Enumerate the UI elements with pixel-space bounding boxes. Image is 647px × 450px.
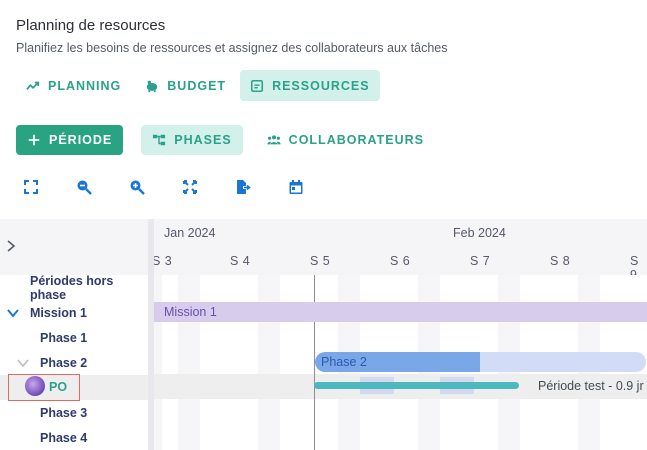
calendar-button[interactable]: [287, 178, 305, 196]
tab-budget[interactable]: BUDGET: [135, 70, 236, 101]
view-tabs: PLANNING BUDGET RESSOURCES: [16, 70, 380, 101]
page-subtitle: Planifiez les besoins de ressources et a…: [16, 41, 448, 55]
avatar: [25, 376, 45, 396]
mission-bar-label: Mission 1: [164, 305, 217, 319]
trend-icon: [26, 81, 40, 90]
task-list-pane: Périodes hors phase Mission 1 Phase 1 Ph…: [0, 219, 148, 450]
chevron-down-icon[interactable]: [6, 306, 20, 320]
fit-button[interactable]: [181, 178, 199, 196]
phase-bar-label: Phase 2: [321, 355, 367, 369]
tab-planning[interactable]: PLANNING: [16, 70, 131, 101]
row-label: Phase 4: [40, 430, 88, 445]
week-label: S 8: [550, 254, 571, 268]
calendar-icon: [289, 180, 303, 194]
piggy-bank-icon: [147, 80, 158, 92]
add-period-label: PÉRIODE: [49, 132, 113, 147]
fullscreen-icon: [24, 180, 38, 194]
group-icon: [267, 134, 281, 144]
zoom-in-icon: [130, 180, 145, 195]
month-label: Feb 2024: [453, 226, 506, 240]
week-label: S 7: [470, 254, 491, 268]
collaborators-button[interactable]: COLLABORATEURS: [261, 125, 430, 155]
week-label: S 9: [630, 254, 639, 275]
row-po-label: PO: [49, 380, 68, 394]
period-bar-label: Période test - 0.9 jr: [538, 379, 644, 393]
plus-icon: [28, 134, 40, 145]
row-mission-1[interactable]: Mission 1: [0, 300, 148, 325]
row-phase-2[interactable]: Phase 2: [0, 350, 148, 375]
gantt-toolbar: [22, 178, 340, 196]
month-label: Jan 2024: [164, 226, 216, 240]
hierarchy-icon: [153, 134, 166, 145]
calendar-list-icon: [251, 79, 264, 92]
chevron-right-icon[interactable]: [4, 238, 18, 254]
tab-planning-label: PLANNING: [48, 78, 122, 93]
zoom-out-button[interactable]: [75, 178, 93, 196]
zoom-out-icon: [77, 180, 92, 195]
timeline-grid: Mission 1 Phase 2 Période test - 0.9 jr: [154, 275, 647, 450]
period-bar[interactable]: [314, 382, 519, 389]
week-label: S 4: [230, 254, 251, 268]
phases-button[interactable]: PHASES: [141, 124, 243, 155]
fit-icon: [183, 180, 197, 194]
add-period-button[interactable]: PÉRIODE: [16, 124, 124, 155]
task-list-header: [0, 219, 148, 275]
tab-budget-label: BUDGET: [167, 78, 227, 93]
row-label: Phase 3: [40, 405, 88, 420]
week-label: S 5: [310, 254, 331, 268]
row-label: Phase 2: [40, 355, 88, 370]
row-label: Périodes hors phase: [30, 273, 114, 302]
chevron-down-icon[interactable]: [16, 356, 30, 370]
collaborators-label: COLLABORATEURS: [288, 132, 424, 147]
phases-label: PHASES: [174, 132, 232, 147]
week-label: S 3: [154, 254, 173, 268]
row-phase-4[interactable]: Phase 4: [0, 425, 148, 450]
row-phase-3[interactable]: Phase 3: [0, 400, 148, 425]
timeline-header: Jan 2024 Feb 2024 S 3 S 4 S 5 S 6 S 7 S …: [154, 219, 647, 275]
row-label: Mission 1: [30, 305, 87, 320]
export-button[interactable]: [234, 178, 252, 196]
page-title: Planning de resources: [16, 17, 166, 34]
row-periods-outside-phase[interactable]: Périodes hors phase: [0, 273, 148, 302]
gantt-chart: Périodes hors phase Mission 1 Phase 1 Ph…: [0, 219, 647, 450]
fullscreen-button[interactable]: [22, 178, 40, 196]
export-icon: [237, 180, 251, 194]
tab-ressources[interactable]: RESSOURCES: [240, 70, 380, 101]
mission-bar[interactable]: Mission 1: [154, 302, 647, 322]
phase-bar[interactable]: Phase 2: [315, 352, 646, 372]
tab-ressources-label: RESSOURCES: [272, 78, 370, 93]
row-phase-1[interactable]: Phase 1: [0, 325, 148, 350]
action-bar: PÉRIODE PHASES COLLABORATEURS: [16, 124, 430, 155]
week-label: S 6: [390, 254, 411, 268]
zoom-in-button[interactable]: [128, 178, 146, 196]
row-label: Phase 1: [40, 330, 88, 345]
